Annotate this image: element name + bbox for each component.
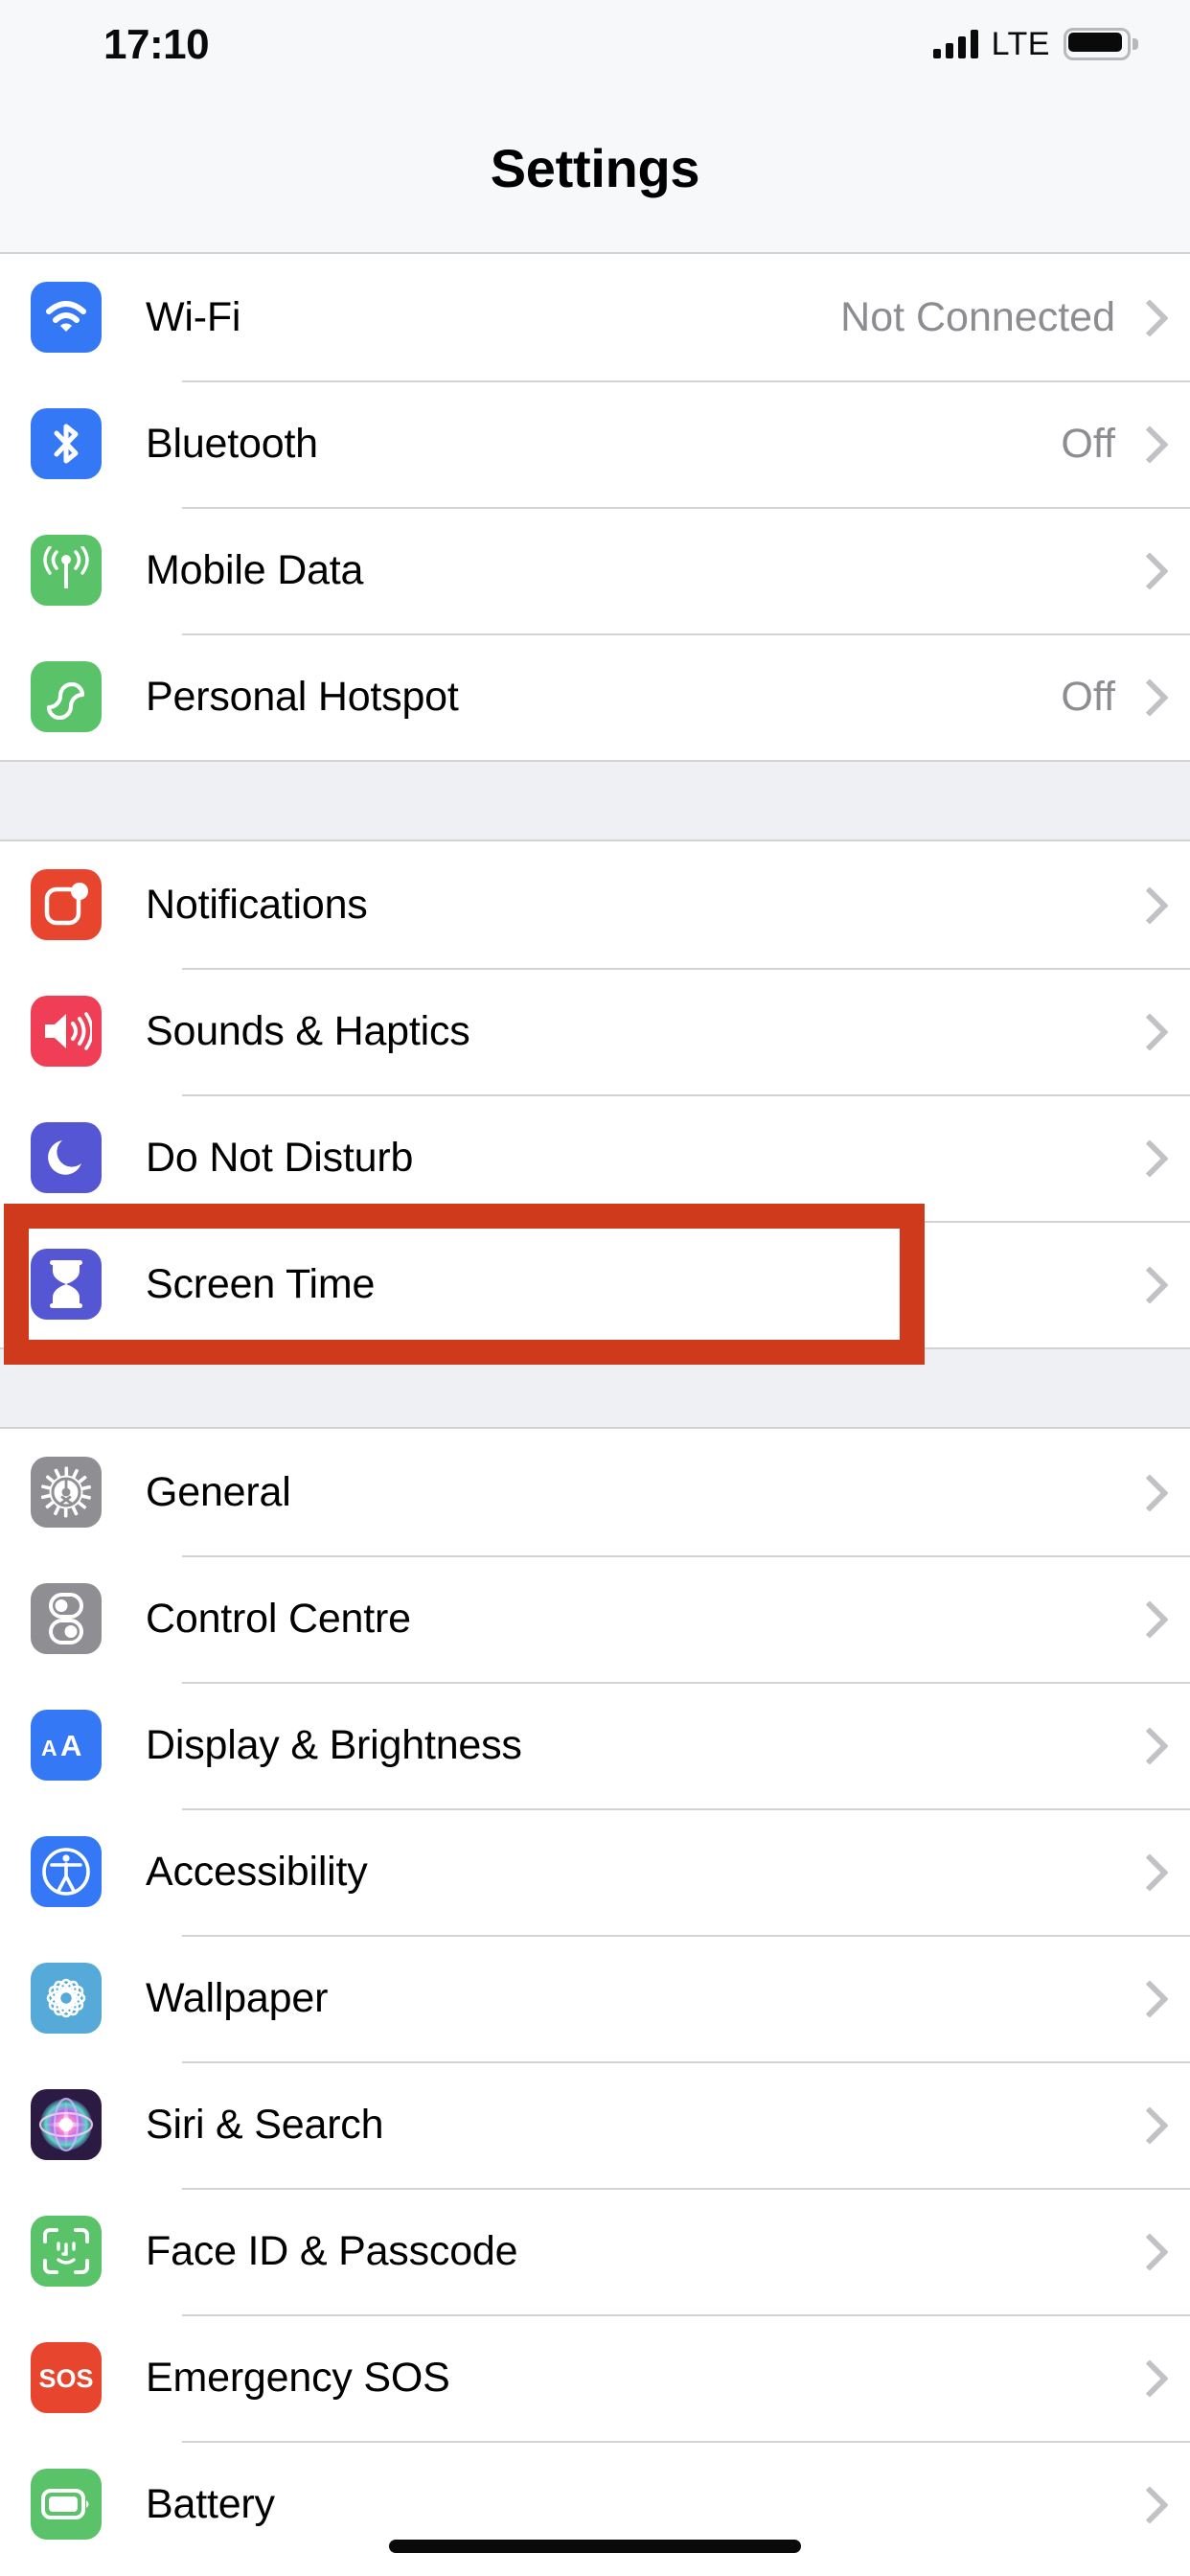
settings-row-label: Bluetooth: [146, 420, 318, 467]
settings-row-value: Off: [1061, 420, 1115, 467]
chevron-right-icon: [1136, 679, 1156, 714]
settings-screen: 17:10 LTE Settings Wi-Fi Not Connected Bl…: [0, 0, 1190, 2576]
do-not-disturb-icon: [31, 1122, 102, 1193]
battery-icon: [31, 2469, 102, 2540]
chevron-right-icon: [1136, 887, 1156, 922]
settings-row-label: Notifications: [146, 881, 368, 928]
settings-row-label: Wallpaper: [146, 1974, 329, 2021]
control-centre-icon: [31, 1583, 102, 1654]
face-id-icon: [31, 2216, 102, 2287]
display-icon: A A: [31, 1710, 102, 1781]
settings-row-bluetooth[interactable]: Bluetooth Off: [0, 380, 1190, 507]
cellular-signal-icon: [932, 30, 978, 58]
screen-time-icon: [31, 1249, 102, 1320]
settings-row-label: Sounds & Haptics: [146, 1007, 470, 1054]
settings-row-siri-search[interactable]: Siri & Search: [0, 2061, 1190, 2188]
chevron-right-icon: [1136, 1601, 1156, 1636]
wallpaper-icon: [31, 1963, 102, 2034]
bluetooth-icon: [31, 408, 102, 479]
settings-row-label: General: [146, 1468, 291, 1515]
chevron-right-icon: [1136, 426, 1156, 461]
chevron-right-icon: [1136, 1014, 1156, 1048]
settings-row-mobile-data[interactable]: Mobile Data: [0, 507, 1190, 633]
settings-row-label: Emergency SOS: [146, 2354, 450, 2401]
settings-row-label: Screen Time: [146, 1260, 376, 1307]
svg-text:A: A: [60, 1729, 81, 1762]
settings-row-value: Not Connected: [840, 293, 1115, 340]
settings-group-connectivity: Wi-Fi Not Connected Bluetooth Off Mobile D…: [0, 254, 1190, 760]
page-title: Settings: [490, 138, 700, 198]
chevron-right-icon: [1136, 1475, 1156, 1509]
settings-row-label: Personal Hotspot: [146, 673, 459, 720]
emergency-sos-icon: SOS: [31, 2342, 102, 2413]
personal-hotspot-icon: [31, 661, 102, 732]
chevron-right-icon: [1136, 300, 1156, 334]
settings-row-do-not-disturb[interactable]: Do Not Disturb: [0, 1094, 1190, 1221]
chevron-right-icon: [1136, 553, 1156, 587]
chevron-right-icon: [1136, 2234, 1156, 2268]
settings-row-wi-fi[interactable]: Wi-Fi Not Connected: [0, 254, 1190, 380]
svg-text:SOS: SOS: [38, 2364, 93, 2393]
chevron-right-icon: [1136, 1728, 1156, 1762]
group-separator: [0, 1347, 1190, 1429]
group-separator: [0, 760, 1190, 841]
settings-row-control-centre[interactable]: Control Centre: [0, 1555, 1190, 1682]
chevron-right-icon: [1136, 2107, 1156, 2142]
wifi-icon: [31, 282, 102, 353]
chevron-right-icon: [1136, 1981, 1156, 2015]
chevron-right-icon: [1136, 2360, 1156, 2395]
accessibility-icon: [31, 1836, 102, 1907]
chevron-right-icon: [1136, 1854, 1156, 1889]
status-bar-indicators: LTE: [932, 22, 1138, 63]
settings-row-general[interactable]: General: [0, 1429, 1190, 1555]
settings-row-personal-hotspot[interactable]: Personal Hotspot Off: [0, 633, 1190, 760]
settings-row-display-brightness[interactable]: A A Display & Brightness: [0, 1682, 1190, 1808]
chevron-right-icon: [1136, 2487, 1156, 2521]
settings-row-emergency-sos[interactable]: SOS Emergency SOS: [0, 2314, 1190, 2441]
navigation-bar: Settings: [0, 84, 1190, 254]
general-icon: [31, 1457, 102, 1528]
settings-row-label: Display & Brightness: [146, 1721, 522, 1768]
settings-row-label: Do Not Disturb: [146, 1134, 414, 1181]
settings-row-accessibility[interactable]: Accessibility: [0, 1808, 1190, 1935]
mobile-data-icon: [31, 535, 102, 606]
status-bar-clock: 17:10: [103, 21, 210, 68]
chevron-right-icon: [1136, 1267, 1156, 1301]
status-bar: 17:10 LTE: [0, 0, 1190, 84]
battery-icon-status: [1064, 28, 1138, 60]
settings-row-notifications[interactable]: Notifications: [0, 841, 1190, 968]
settings-row-label: Wi-Fi: [146, 293, 241, 340]
settings-row-screen-time[interactable]: Screen Time: [0, 1221, 1190, 1347]
settings-row-value: Off: [1061, 673, 1115, 720]
network-type-label: LTE: [991, 25, 1050, 62]
settings-row-label: Battery: [146, 2480, 275, 2527]
sounds-icon: [31, 996, 102, 1067]
settings-row-wallpaper[interactable]: Wallpaper: [0, 1935, 1190, 2061]
svg-text:A: A: [41, 1736, 57, 1760]
siri-icon: [31, 2089, 102, 2160]
home-indicator[interactable]: [389, 2540, 801, 2553]
settings-row-label: Siri & Search: [146, 2101, 384, 2148]
settings-row-label: Accessibility: [146, 1848, 368, 1895]
settings-row-face-id-passcode[interactable]: Face ID & Passcode: [0, 2188, 1190, 2314]
settings-row-label: Mobile Data: [146, 546, 364, 593]
settings-row-label: Face ID & Passcode: [146, 2227, 518, 2274]
settings-list: Wi-Fi Not Connected Bluetooth Off Mobile D…: [0, 254, 1190, 2567]
notifications-icon: [31, 869, 102, 940]
chevron-right-icon: [1136, 1140, 1156, 1175]
settings-group-system: General Control Centre A A Display & Bri…: [0, 1429, 1190, 2567]
settings-group-alerts: Notifications Sounds & Haptics Do Not Di…: [0, 841, 1190, 1347]
settings-row-label: Control Centre: [146, 1595, 411, 1642]
settings-row-sounds-haptics[interactable]: Sounds & Haptics: [0, 968, 1190, 1094]
